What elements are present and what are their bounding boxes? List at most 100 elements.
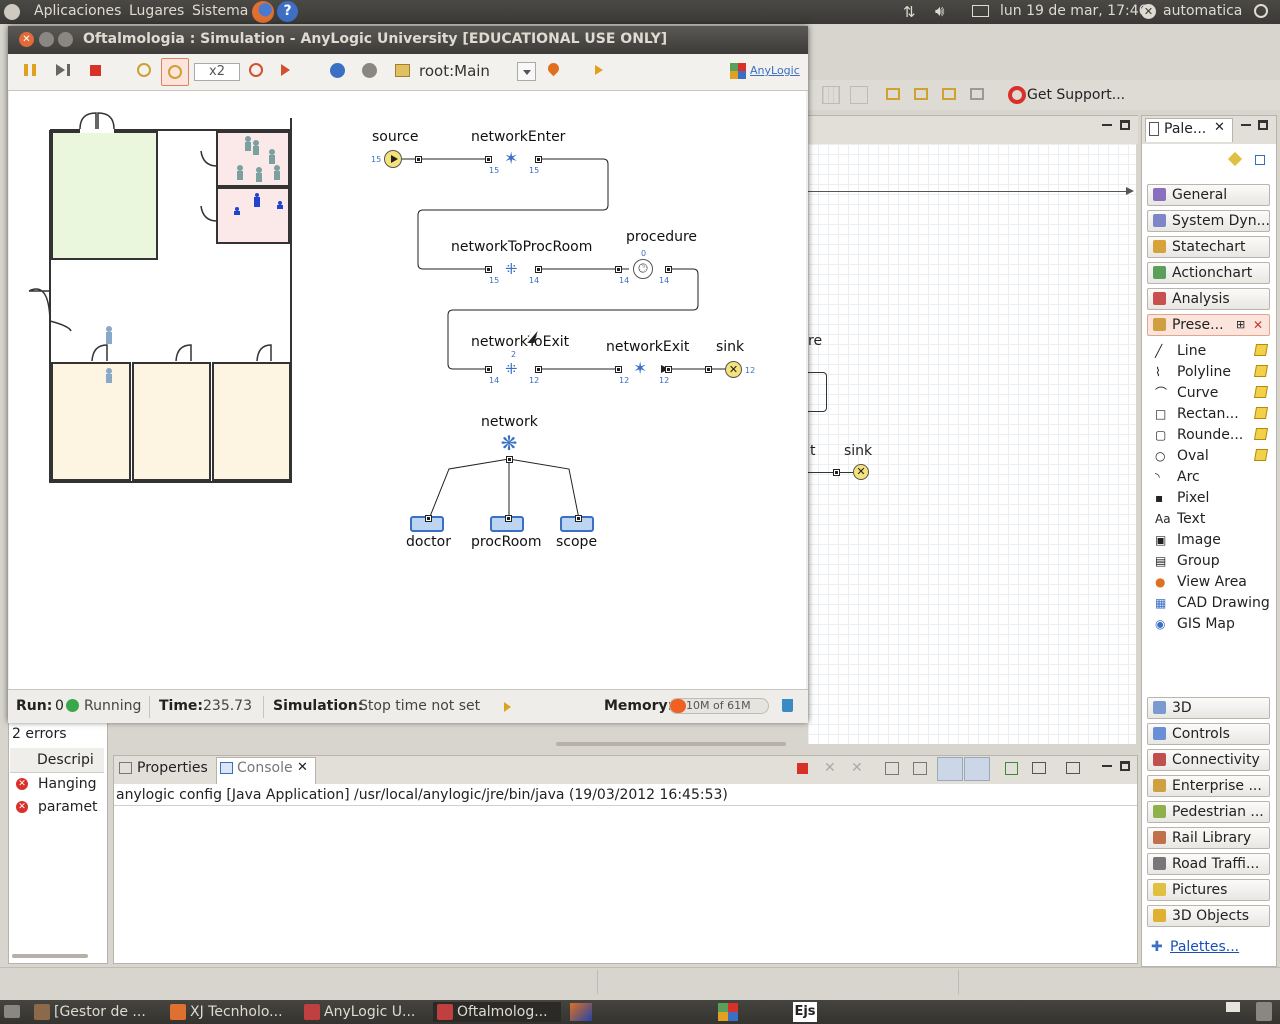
- palette-group-bottom-0[interactable]: 3D: [1147, 697, 1270, 719]
- window-minimize-icon[interactable]: [39, 32, 54, 47]
- console-remove-all-icon[interactable]: ✕: [851, 760, 863, 776]
- palette-group-4[interactable]: Analysis: [1147, 288, 1270, 310]
- problem-row[interactable]: Hanging: [38, 776, 97, 792]
- palette-item[interactable]: ⌒ Curve: [1155, 383, 1273, 403]
- toolbar-align2-icon[interactable]: [914, 88, 928, 100]
- view-area-pin-icon[interactable]: [545, 60, 562, 77]
- network-enter-icon[interactable]: ✶: [504, 150, 522, 168]
- network-hub-icon[interactable]: ❋: [496, 432, 522, 454]
- problems-header-description[interactable]: Descripi: [37, 752, 94, 768]
- palette-item[interactable]: ▦ CAD Drawing: [1155, 593, 1273, 613]
- menu-sistema[interactable]: Sistema: [192, 3, 248, 19]
- edit-pencil-icon[interactable]: [1253, 344, 1269, 356]
- palette-group-presentation[interactable]: Prese... ⊞ ✕: [1147, 314, 1270, 336]
- edit-pencil-icon[interactable]: [1253, 449, 1269, 461]
- network-move-icon[interactable]: ⁜: [505, 360, 523, 378]
- palette-maximize-icon[interactable]: [1258, 120, 1268, 130]
- toolbar-align-icon[interactable]: [886, 88, 900, 100]
- taskbar-item[interactable]: AnyLogic U...: [300, 1002, 428, 1022]
- palette-item[interactable]: ◝ Arc: [1155, 467, 1273, 487]
- console-show-stderr-icon[interactable]: [964, 757, 990, 781]
- console-minimize-icon[interactable]: [1102, 765, 1112, 767]
- console-remove-icon[interactable]: ✕: [824, 760, 836, 776]
- toolbar-send-back-icon[interactable]: [970, 88, 984, 100]
- palette-group-bottom-8[interactable]: 3D Objects: [1147, 905, 1270, 927]
- speed-field[interactable]: x2: [194, 63, 240, 81]
- problems-hscroll[interactable]: [12, 954, 88, 958]
- status-run-icon[interactable]: [504, 702, 511, 712]
- run-until-icon[interactable]: [281, 64, 290, 76]
- firefox-icon[interactable]: [252, 1, 274, 23]
- console-maximize-icon[interactable]: [1120, 761, 1130, 771]
- pause-icon[interactable]: [24, 64, 36, 76]
- taskbar-item[interactable]: XJ Tecnholo...: [166, 1002, 294, 1022]
- taskbar-item[interactable]: Oftalmolog...: [433, 1002, 561, 1022]
- network-icon[interactable]: ⇅: [903, 3, 921, 21]
- get-support-button[interactable]: Get Support...: [1027, 87, 1125, 103]
- console-open-icon[interactable]: [1066, 762, 1080, 774]
- palette-group-bottom-6[interactable]: Road Traffi...: [1147, 853, 1270, 875]
- console-display-icon[interactable]: [1032, 762, 1046, 774]
- palette-group-bottom-2[interactable]: Connectivity: [1147, 749, 1270, 771]
- console-close-icon[interactable]: ✕: [297, 760, 308, 775]
- edit-pencil-icon[interactable]: [1253, 365, 1269, 377]
- ubuntu-logo-icon[interactable]: [4, 4, 20, 20]
- workspace-switcher-icon[interactable]: [1226, 1002, 1240, 1012]
- ejs-tray-icon[interactable]: Ejs: [793, 1002, 817, 1022]
- power-icon[interactable]: [1254, 4, 1268, 18]
- virtual-time-icon[interactable]: [137, 63, 151, 77]
- anylogic-tray-icon[interactable]: [718, 1003, 738, 1021]
- taskbar-item[interactable]: [Gestor de ...: [30, 1002, 158, 1022]
- problem-row[interactable]: paramet: [38, 799, 98, 815]
- palette-item[interactable]: ⌇ Polyline: [1155, 362, 1273, 382]
- navigate-icon[interactable]: [330, 63, 345, 78]
- console-terminate-icon[interactable]: [797, 763, 808, 774]
- palette-group-close-icon[interactable]: ✕: [1253, 315, 1263, 335]
- palette-menu-icon[interactable]: [1255, 155, 1265, 165]
- palette-group-0[interactable]: General: [1147, 184, 1270, 206]
- palette-item[interactable]: □ Rectan...: [1155, 404, 1273, 424]
- show-desktop-icon[interactable]: [4, 1005, 20, 1018]
- speed-up-icon[interactable]: [249, 63, 263, 77]
- toolbar-grid-icon[interactable]: [822, 86, 840, 104]
- edit-pencil-icon[interactable]: [1253, 428, 1269, 440]
- console-pin-icon[interactable]: [1005, 762, 1018, 775]
- network-exit-icon[interactable]: ✶: [633, 360, 651, 378]
- console-scroll-lock-icon[interactable]: [913, 762, 927, 775]
- palette-group-bottom-3[interactable]: Enterprise ...: [1147, 775, 1270, 797]
- palette-item[interactable]: ◉ GIS Map: [1155, 614, 1273, 634]
- palette-minimize-icon[interactable]: [1241, 124, 1251, 126]
- stop-icon[interactable]: [90, 65, 101, 76]
- palette-group-1[interactable]: System Dyn...: [1147, 210, 1270, 232]
- editor-minimize-icon[interactable]: [1102, 124, 1112, 126]
- sink-icon[interactable]: ✕: [725, 361, 742, 378]
- palette-item[interactable]: Aa Text: [1155, 509, 1273, 529]
- username[interactable]: automatica: [1163, 3, 1242, 19]
- palette-item[interactable]: ▪ Pixel: [1155, 488, 1273, 508]
- step-icon[interactable]: [56, 64, 65, 76]
- palette-group-3[interactable]: Actionchart: [1147, 262, 1270, 284]
- network-move-icon[interactable]: ⁜: [505, 260, 523, 278]
- procedure-clock-icon[interactable]: 🕑︎: [633, 259, 653, 279]
- help-icon[interactable]: ?: [277, 1, 298, 22]
- experiment-run-icon[interactable]: [595, 65, 603, 75]
- folder-icon[interactable]: [395, 64, 410, 77]
- window-maximize-icon[interactable]: [58, 32, 73, 47]
- palette-group-bottom-7[interactable]: Pictures: [1147, 879, 1270, 901]
- palette-item[interactable]: ╱ Line: [1155, 341, 1273, 361]
- palette-item[interactable]: ▣ Image: [1155, 530, 1273, 550]
- window-close-icon[interactable]: ✕: [19, 32, 34, 47]
- settings-gear-icon[interactable]: [362, 63, 377, 78]
- palette-item[interactable]: ▤ Group: [1155, 551, 1273, 571]
- palette-group-2[interactable]: Statechart: [1147, 236, 1270, 258]
- palette-group-bottom-5[interactable]: Rail Library: [1147, 827, 1270, 849]
- garbage-collect-icon[interactable]: [782, 699, 793, 712]
- palette-item[interactable]: ● View Area: [1155, 572, 1273, 592]
- matlab-tray-icon[interactable]: [570, 1003, 592, 1021]
- volume-icon[interactable]: 🔊︎: [935, 2, 955, 22]
- palette-group-bottom-4[interactable]: Pedestrian ...: [1147, 801, 1270, 823]
- user-status-icon[interactable]: ✕: [1141, 4, 1156, 19]
- clock[interactable]: lun 19 de mar, 17:46: [1000, 3, 1148, 19]
- palette-group-bottom-1[interactable]: Controls: [1147, 723, 1270, 745]
- sim-titlebar[interactable]: ✕ Oftalmologia : Simulation - AnyLogic U…: [8, 26, 808, 54]
